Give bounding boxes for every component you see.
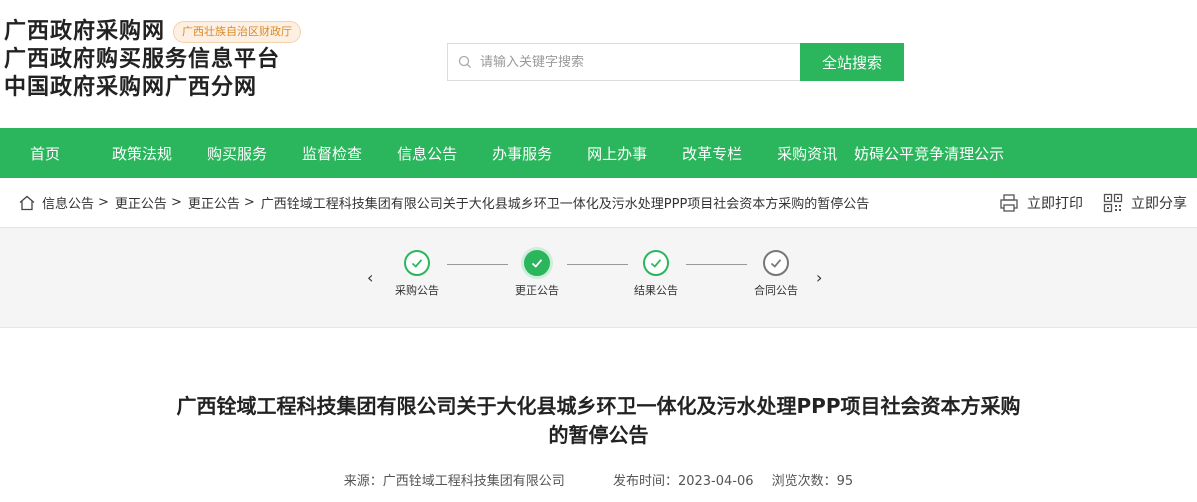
- chevron-left-icon[interactable]: ‹: [367, 268, 373, 287]
- printer-icon: [1000, 194, 1018, 212]
- step-correction[interactable]: 更正公告: [497, 250, 577, 298]
- step-result[interactable]: 结果公告: [616, 250, 696, 298]
- nav-item-online[interactable]: 网上办事: [587, 143, 647, 164]
- nav-item-news[interactable]: 采购资讯: [777, 143, 837, 164]
- step-label: 更正公告: [515, 284, 559, 297]
- nav-item-services[interactable]: 办事服务: [492, 143, 552, 164]
- nav-item-supervision[interactable]: 监督检查: [302, 143, 362, 164]
- article-source: 来源：广西铨域工程科技集团有限公司: [343, 474, 565, 489]
- nav-item-policy[interactable]: 政策法规: [112, 143, 172, 164]
- chevron-right-icon[interactable]: ›: [816, 268, 822, 287]
- article-views: 浏览次数：95: [771, 474, 854, 489]
- article: 广西铨域工程科技集团有限公司关于大化县城乡环卫一体化及污水处理PPP项目社会资本…: [0, 328, 1197, 501]
- nav-item-reform[interactable]: 改革专栏: [682, 143, 742, 164]
- breadcrumb-separator: >: [98, 195, 109, 210]
- article-date: 发布时间：2023-04-06: [612, 474, 754, 489]
- nav-item-fair-competition[interactable]: 妨碍公平竞争清理公示: [854, 143, 1004, 164]
- main-nav: 首页 政策法规 购买服务 监督检查 信息公告 办事服务 网上办事 改革专栏 采购…: [0, 128, 1197, 178]
- share-label: 立即分享: [1131, 196, 1187, 212]
- step-contract[interactable]: 合同公告: [736, 250, 816, 298]
- department-badge: 广西壮族自治区财政厅: [173, 21, 302, 43]
- nav-item-announcements[interactable]: 信息公告: [397, 143, 457, 164]
- breadcrumb-current: 广西铨域工程科技集团有限公司关于大化县城乡环卫一体化及污水处理PPP项目社会资本…: [260, 197, 870, 212]
- breadcrumb: 信息公告 > 更正公告 > 更正公告 > 广西铨域工程科技集团有限公司关于大化县…: [0, 178, 1197, 228]
- brand-subtitle-2: 中国政府采购网广西分网: [4, 75, 258, 100]
- check-icon: [643, 250, 669, 276]
- breadcrumb-item[interactable]: 信息公告: [42, 193, 94, 212]
- search-field[interactable]: [447, 43, 800, 81]
- brand-block: 广西政府采购网 广西壮族自治区财政厅 广西政府购买服务信息平台 中国政府采购网广…: [4, 18, 302, 102]
- qr-code-icon: [1103, 193, 1123, 213]
- title-line: 的暂停公告: [548, 423, 649, 447]
- announcement-progress: ‹ 采购公告 更正公告 结果公告 合同公告 ›: [0, 228, 1197, 328]
- page-tools: 立即打印 立即分享: [979, 178, 1187, 228]
- print-button[interactable]: 立即打印: [999, 193, 1083, 213]
- page-title: 广西铨域工程科技集团有限公司关于大化县城乡环卫一体化及污水处理PPP项目社会资本…: [0, 392, 1197, 450]
- search-input[interactable]: [480, 54, 780, 70]
- search-icon: [458, 55, 471, 68]
- check-icon: [763, 250, 789, 276]
- print-label: 立即打印: [1027, 196, 1083, 212]
- step-label: 合同公告: [754, 284, 798, 297]
- breadcrumb-item[interactable]: 更正公告: [115, 193, 167, 212]
- share-button[interactable]: 立即分享: [1103, 193, 1187, 213]
- title-line: 广西铨域工程科技集团有限公司关于大化县城乡环卫一体化及污水处理PPP项目社会资本…: [176, 394, 1021, 418]
- article-meta: 来源：广西铨域工程科技集团有限公司 发布时间：2023-04-06 浏览次数：9…: [0, 470, 1197, 489]
- step-procurement[interactable]: 采购公告: [377, 250, 457, 298]
- check-icon: [524, 250, 550, 276]
- brand-title[interactable]: 广西政府采购网: [4, 18, 165, 46]
- check-icon: [404, 250, 430, 276]
- home-icon[interactable]: [18, 194, 36, 212]
- brand-subtitle: 广西政府购买服务信息平台: [4, 47, 281, 72]
- search-button[interactable]: 全站搜索: [800, 43, 904, 81]
- breadcrumb-item[interactable]: 更正公告: [188, 193, 240, 212]
- step-label: 结果公告: [634, 284, 678, 297]
- site-header: 广西政府采购网 广西壮族自治区财政厅 广西政府购买服务信息平台 中国政府采购网广…: [0, 0, 1197, 128]
- nav-item-purchase-service[interactable]: 购买服务: [207, 143, 267, 164]
- search-bar: 全站搜索: [447, 43, 904, 81]
- breadcrumb-separator: >: [170, 195, 182, 210]
- breadcrumb-separator: >: [243, 195, 255, 210]
- nav-item-home[interactable]: 首页: [30, 143, 60, 164]
- step-label: 采购公告: [395, 284, 439, 297]
